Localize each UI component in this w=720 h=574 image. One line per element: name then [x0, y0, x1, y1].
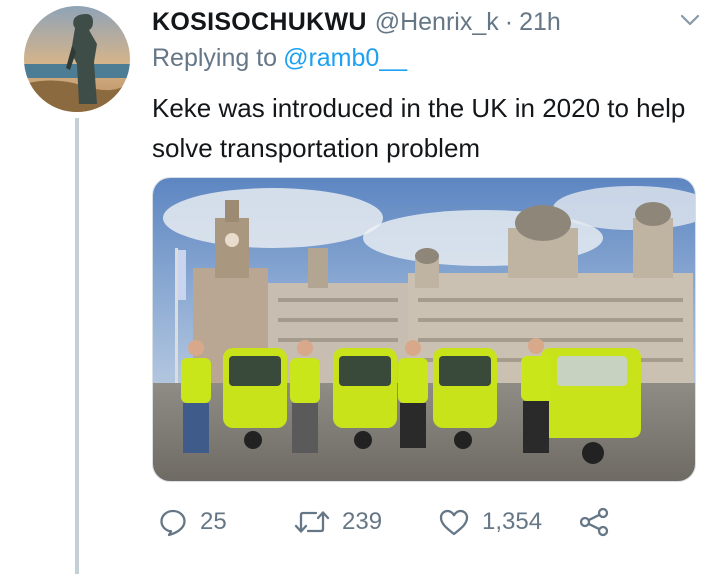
reply-icon: [160, 509, 186, 537]
chevron-down-icon: [680, 14, 700, 26]
retweet-button[interactable]: 239: [294, 500, 382, 544]
thread-line: [75, 118, 79, 574]
tweet-photo[interactable]: [152, 177, 696, 482]
author-name[interactable]: KOSISOCHUKWU: [152, 8, 367, 37]
like-count: 1,354: [482, 508, 543, 535]
photo-illustration: [153, 178, 695, 481]
replying-to: Replying to @ramb0__: [152, 44, 407, 73]
tweet-header: KOSISOCHUKWU @Henrix_k · 21h: [152, 2, 700, 42]
retweet-icon: [294, 511, 330, 533]
heart-icon: [439, 509, 469, 536]
share-button[interactable]: [578, 500, 610, 544]
retweet-count: 239: [342, 508, 383, 535]
author-handle[interactable]: @Henrix_k: [375, 8, 499, 37]
tweet-text: Keke was introduced in the UK in 2020 to…: [152, 93, 686, 163]
more-options-button[interactable]: [674, 4, 706, 36]
replying-to-mention[interactable]: @ramb0__: [283, 44, 407, 72]
like-button[interactable]: 1,354: [438, 500, 542, 544]
tweet-actions: 25 239 1,354: [152, 500, 622, 544]
replying-to-label: Replying to: [152, 44, 278, 72]
statue-avatar-icon: [24, 6, 130, 112]
separator: ·: [504, 7, 514, 36]
reply-button[interactable]: 25: [158, 500, 227, 544]
avatar[interactable]: [24, 6, 130, 112]
timestamp[interactable]: 21h: [519, 8, 561, 37]
share-icon: [579, 507, 609, 537]
reply-count: 25: [200, 508, 227, 535]
